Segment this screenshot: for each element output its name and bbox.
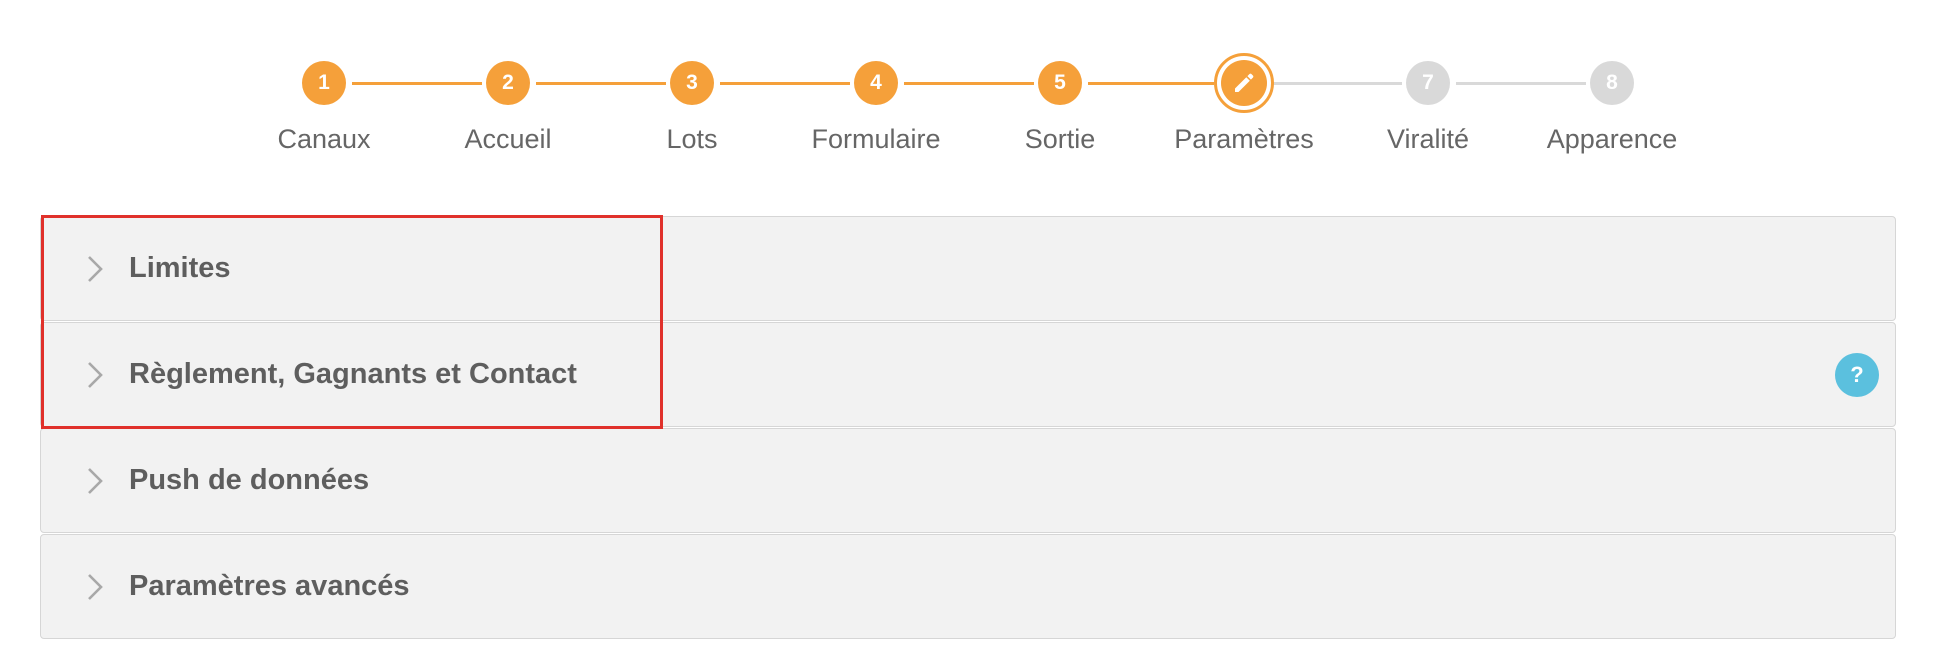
step-label: Apparence bbox=[1546, 124, 1678, 154]
step-connector bbox=[352, 82, 482, 85]
step-number: 7 bbox=[1406, 61, 1450, 105]
step-label: Sortie bbox=[1024, 124, 1096, 154]
step-label: Lots bbox=[666, 124, 718, 154]
panel-title: Push de données bbox=[129, 464, 370, 496]
panel-title: Limites bbox=[129, 252, 231, 284]
step-number: 5 bbox=[1038, 61, 1082, 105]
step-label: Accueil bbox=[464, 124, 552, 154]
panel-push-donnees[interactable]: Push de données bbox=[40, 428, 1896, 533]
settings-accordion: Limites Règlement, Gagnants et Contact ?… bbox=[40, 216, 1896, 640]
wizard-stepper: 1 Canaux 2 Accueil 3 Lots 4 Formulaire 5… bbox=[0, 0, 1936, 180]
step-label: Canaux bbox=[277, 124, 371, 154]
step-connector bbox=[536, 82, 666, 85]
step-current-marker bbox=[1214, 53, 1274, 113]
step-connector bbox=[1272, 82, 1402, 85]
step-label: Viralité bbox=[1386, 124, 1470, 154]
step-number: 8 bbox=[1590, 61, 1634, 105]
panel-title: Paramètres avancés bbox=[129, 570, 410, 602]
step-label: Paramètres bbox=[1174, 124, 1314, 154]
step-number: 1 bbox=[302, 61, 346, 105]
step-label: Formulaire bbox=[811, 124, 941, 154]
help-button[interactable]: ? bbox=[1835, 353, 1879, 397]
panel-parametres-avances[interactable]: Paramètres avancés bbox=[40, 534, 1896, 639]
step-number: 4 bbox=[854, 61, 898, 105]
chevron-right-icon bbox=[88, 468, 103, 494]
chevron-right-icon bbox=[88, 362, 103, 388]
pencil-icon bbox=[1221, 60, 1267, 106]
panel-limites[interactable]: Limites bbox=[40, 216, 1896, 321]
panel-reglement[interactable]: Règlement, Gagnants et Contact ? bbox=[40, 322, 1896, 427]
chevron-right-icon bbox=[88, 256, 103, 282]
step-connector bbox=[1456, 82, 1586, 85]
step-connector bbox=[1088, 82, 1214, 85]
step-connector bbox=[720, 82, 850, 85]
step-number: 3 bbox=[670, 61, 714, 105]
chevron-right-icon bbox=[88, 574, 103, 600]
step-number: 2 bbox=[486, 61, 530, 105]
step-connector bbox=[904, 82, 1034, 85]
panel-title: Règlement, Gagnants et Contact bbox=[129, 358, 577, 390]
